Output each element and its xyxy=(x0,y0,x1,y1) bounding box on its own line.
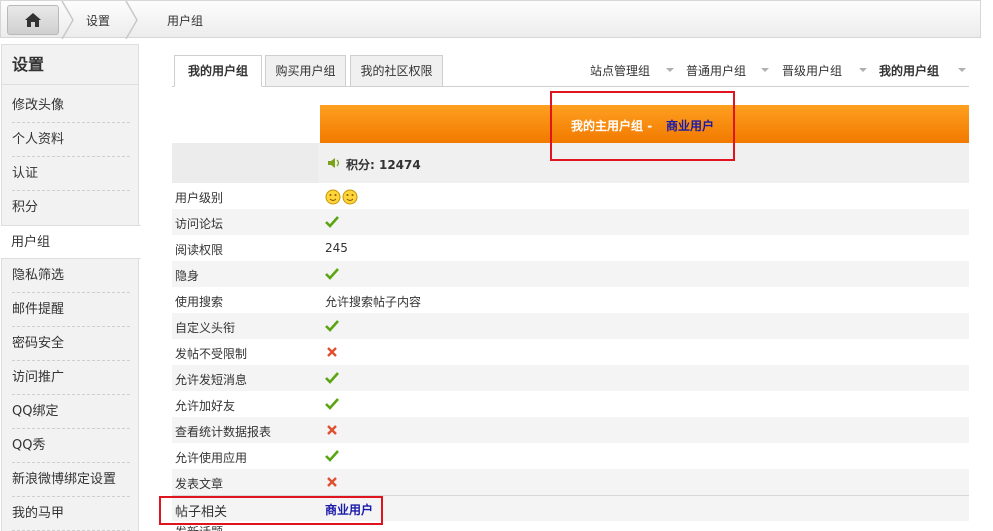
permission-label: 隐身 xyxy=(175,269,200,283)
breadcrumb-separator-icon xyxy=(125,1,138,39)
group-link-normal[interactable]: 普通用户组 xyxy=(686,62,746,79)
permission-value: 允许搜索帖子内容 xyxy=(325,295,422,309)
sidebar-item-label: 修改头像 xyxy=(12,98,65,113)
cross-icon xyxy=(327,347,337,357)
permission-label: 使用搜索 xyxy=(175,295,224,309)
score-value: 积分: 12474 xyxy=(346,158,421,172)
cross-icon xyxy=(327,425,337,435)
table-row: 允许发短消息 xyxy=(172,365,969,391)
breadcrumb-usergroup: 用户组 xyxy=(167,14,204,28)
sidebar-item[interactable]: 隐私筛选 xyxy=(2,259,140,293)
sidebar-item[interactable]: 积分 xyxy=(2,191,140,225)
sidebar-item-label: 访问推广 xyxy=(12,370,65,385)
sidebar-item[interactable]: 认证 xyxy=(2,157,140,191)
sidebar-item[interactable]: 邮件提醒 xyxy=(2,293,140,327)
sidebar-item-label: 新浪微博绑定设置 xyxy=(12,472,117,487)
table-row: 允许使用应用 xyxy=(172,443,969,469)
sidebar-item[interactable]: QQ秀 xyxy=(2,429,140,463)
chevron-down-icon[interactable] xyxy=(666,68,674,72)
table-row: 隐身 xyxy=(172,261,969,287)
permission-label: 允许加好友 xyxy=(175,399,236,413)
breadcrumb-separator-icon xyxy=(61,1,74,39)
table-row: 发表文章 xyxy=(172,469,969,495)
group-link-site-admin[interactable]: 站点管理组 xyxy=(590,62,650,79)
sidebar: 设置 修改头像个人资料认证积分用户组隐私筛选邮件提醒密码安全访问推广 QQ绑定 QQ… xyxy=(1,44,141,531)
permission-label: 允许使用应用 xyxy=(175,451,248,465)
table-row: 使用搜索 允许搜索帖子内容 xyxy=(172,287,969,313)
table-row: 发帖不受限制 xyxy=(172,339,969,365)
table-row: 自定义头衔 xyxy=(172,313,969,339)
tab-community-permissions[interactable]: 我的社区权限 xyxy=(350,55,443,87)
tab-buy-usergroup[interactable]: 购买用户组 xyxy=(265,55,346,87)
sidebar-item[interactable]: 新浪微博绑定设置 xyxy=(2,463,140,497)
chevron-down-icon[interactable] xyxy=(859,68,867,72)
permission-value: 245 xyxy=(325,241,348,255)
sidebar-item-label: QQ绑定 xyxy=(12,404,59,419)
highlight-box xyxy=(550,91,735,161)
sidebar-item-label: 我的马甲 xyxy=(12,506,65,521)
permission-label: 阅读权限 xyxy=(175,243,224,257)
sidebar-title: 设置 xyxy=(2,45,138,85)
sidebar-item-label: 用户组 xyxy=(11,235,51,250)
permission-label: 发表文章 xyxy=(175,477,224,491)
home-icon xyxy=(25,13,41,27)
cross-icon xyxy=(327,477,337,487)
sidebar-item-label: 积分 xyxy=(12,200,39,215)
table-row: 访问论坛 xyxy=(172,209,969,235)
table-row: 查看统计数据报表 xyxy=(172,417,969,443)
table-row: 用户级别 xyxy=(172,183,969,209)
permission-label: 用户级别 xyxy=(175,191,224,205)
permission-label: 允许发短消息 xyxy=(175,373,248,387)
sidebar-item-label: QQ秀 xyxy=(12,438,46,453)
check-icon xyxy=(325,372,339,384)
group-link-promotion[interactable]: 晋级用户组 xyxy=(782,62,842,79)
permission-label: 自定义头衔 xyxy=(175,321,236,335)
chevron-down-icon[interactable] xyxy=(761,68,769,72)
check-icon xyxy=(325,398,339,410)
sidebar-item-label: 隐私筛选 xyxy=(12,268,65,283)
tab-my-usergroup[interactable]: 我的用户组 xyxy=(174,55,262,87)
breadcrumb-settings[interactable]: 设置 xyxy=(86,12,110,29)
table-row: 允许加好友 xyxy=(172,391,969,417)
check-icon xyxy=(325,268,339,280)
permission-label: 发帖不受限制 xyxy=(175,347,248,361)
check-icon xyxy=(325,320,339,332)
permission-label: 查看统计数据报表 xyxy=(175,425,272,439)
sidebar-item[interactable]: 密码安全 xyxy=(2,327,140,361)
group-link-mine[interactable]: 我的用户组 xyxy=(879,62,939,79)
speaker-icon xyxy=(328,158,340,168)
sidebar-item-label: 邮件提醒 xyxy=(12,302,65,317)
permission-label: 访问论坛 xyxy=(175,217,224,231)
sidebar-item[interactable]: 我的马甲 xyxy=(2,497,140,531)
sidebar-item[interactable]: 修改头像 xyxy=(2,89,140,123)
sidebar-item-label: 密码安全 xyxy=(12,336,65,351)
sidebar-item[interactable]: QQ绑定 xyxy=(2,395,140,429)
sidebar-item[interactable]: 个人资料 xyxy=(2,123,140,157)
sidebar-item-label: 个人资料 xyxy=(12,132,65,147)
smiley-icon xyxy=(325,189,358,205)
sidebar-item-label: 认证 xyxy=(12,166,39,181)
sidebar-item[interactable]: 访问推广 xyxy=(2,361,140,395)
table-row: 阅读权限 245 xyxy=(172,235,969,261)
breadcrumb: 设置 用户组 xyxy=(0,0,981,39)
chevron-down-icon[interactable] xyxy=(958,68,966,72)
check-icon xyxy=(325,450,339,462)
check-icon xyxy=(325,216,339,228)
home-button[interactable] xyxy=(7,5,59,35)
highlight-box xyxy=(159,496,383,525)
sidebar-item[interactable]: 用户组 xyxy=(1,225,141,259)
